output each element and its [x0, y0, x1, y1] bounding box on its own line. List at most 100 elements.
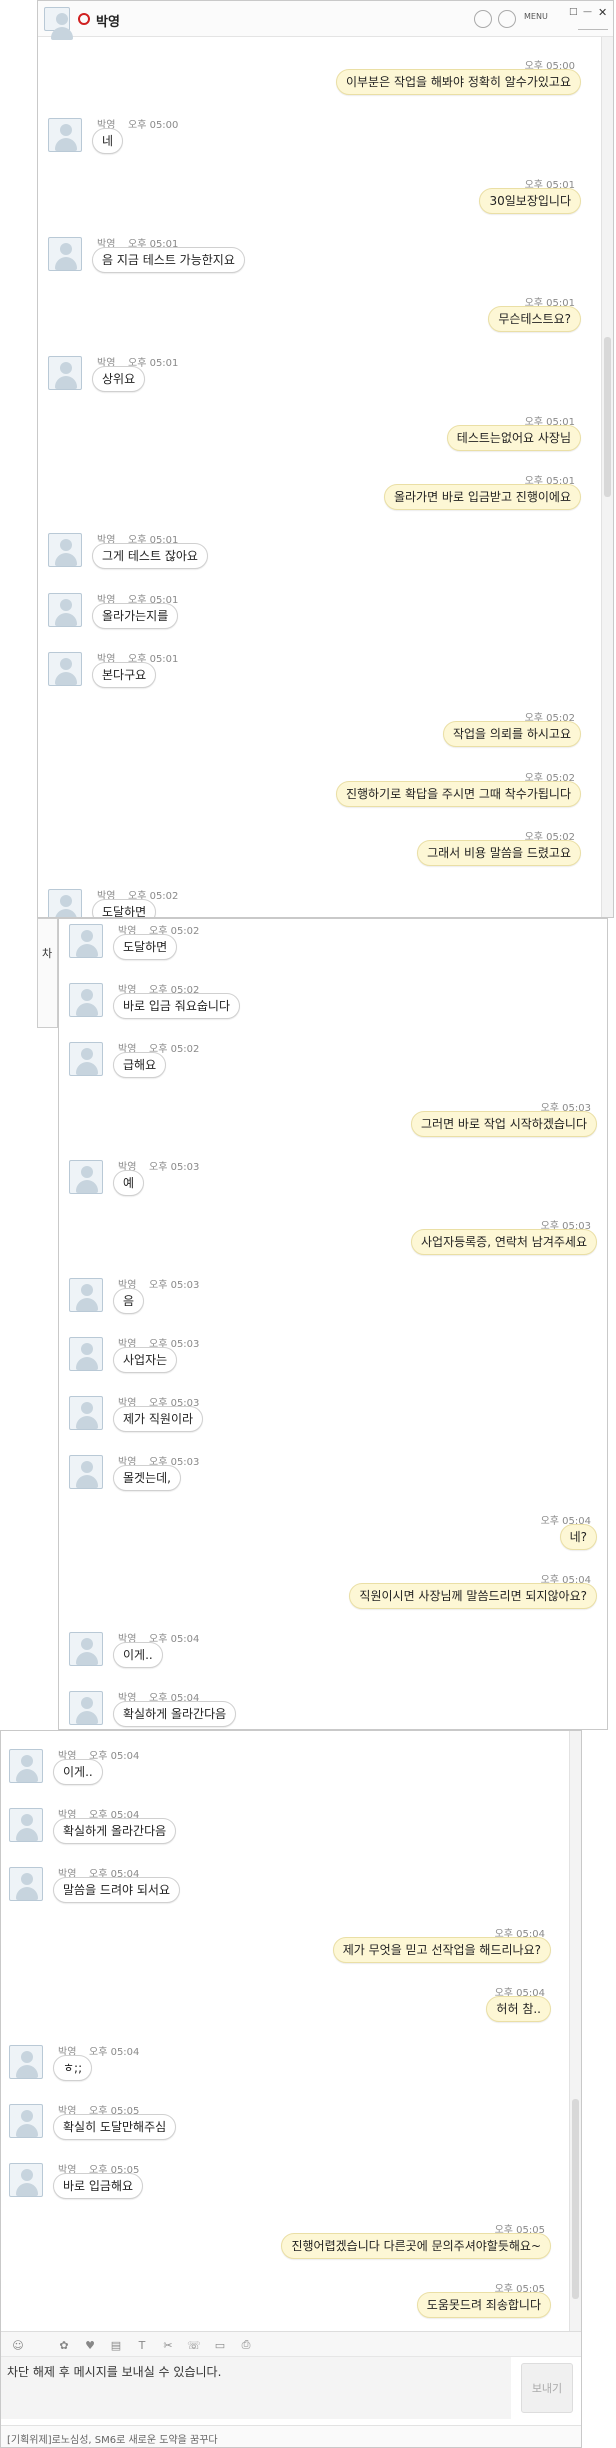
message-bubble[interactable]: 도달하면	[113, 934, 178, 960]
message-bubble[interactable]: 사업자등록증, 연락처 남겨주세요	[410, 1229, 597, 1255]
avatar[interactable]	[69, 1042, 103, 1076]
message-bubble[interactable]: 제가 직원이라	[113, 1406, 204, 1432]
emoticon-icon[interactable]: ☺	[9, 2336, 27, 2354]
sent-message: 오후 05:01 30일보장입니다	[38, 176, 601, 235]
message-time: 오후 05:03	[149, 1162, 200, 1173]
chat-window-middle: 박영 오후 05:02 도달하면 박영 오후 05:02 바로 입금 줘요숩니다 박영 오후 …	[58, 918, 608, 1730]
message-bubble[interactable]: 직원이시면 사장님께 말씀드리면 되지않아요?	[349, 1583, 597, 1609]
minimize-button[interactable]: —	[583, 7, 592, 17]
sticker-icon[interactable]: ✿	[55, 2336, 73, 2354]
avatar[interactable]	[69, 924, 103, 958]
avatar[interactable]	[69, 1160, 103, 1194]
message-bubble[interactable]: 올라가면 바로 입금받고 진행이에요	[383, 484, 581, 511]
avatar[interactable]	[69, 1337, 103, 1371]
call-icon[interactable]: ☏	[185, 2336, 203, 2354]
capture-icon[interactable]: ✂	[159, 2336, 177, 2354]
message-bubble[interactable]: 테스트는없어요 사장님	[446, 424, 581, 451]
message-bubble[interactable]: 도움못드려 죄송합니다	[416, 2291, 551, 2318]
avatar[interactable]	[48, 592, 82, 627]
avatar[interactable]	[69, 1632, 103, 1666]
avatar[interactable]	[69, 1278, 103, 1312]
avatar[interactable]	[9, 1867, 43, 1902]
avatar[interactable]	[69, 1396, 103, 1430]
message-bubble[interactable]: ㅎ;;	[53, 2055, 93, 2081]
message-bubble[interactable]: 음	[113, 1288, 145, 1314]
message-bubble[interactable]: 사업자는	[113, 1347, 178, 1373]
message-bubble[interactable]: 그러면 바로 작업 시작하겠습니다	[410, 1111, 597, 1137]
close-button[interactable]: ✕	[598, 6, 607, 19]
message-bubble[interactable]: 바로 입금해요	[53, 2173, 144, 2200]
message-bubble[interactable]: 올라가는지를	[92, 602, 179, 629]
avatar[interactable]	[48, 118, 82, 153]
avatar[interactable]	[48, 533, 82, 568]
screen-share-icon[interactable]: ▭	[211, 2336, 229, 2354]
received-message: 박영 오후 05:02 바로 입금 줘요숩니다	[59, 981, 607, 1040]
ad-text[interactable]: [기획위제]로노심성, SM6로 새로운 도약을 꿈꾸다	[7, 2431, 218, 2446]
message-bubble[interactable]: 음 지금 테스트 가능한지요	[92, 246, 245, 273]
font-icon[interactable]: T	[133, 2336, 151, 2354]
avatar[interactable]	[48, 355, 82, 390]
message-bubble[interactable]: 급해요	[113, 1052, 167, 1078]
opacity-slider[interactable]	[578, 29, 608, 30]
user-icon[interactable]	[498, 10, 516, 28]
avatar[interactable]	[48, 236, 82, 271]
avatar[interactable]	[9, 1808, 43, 1843]
message-time: 오후 05:03	[149, 1280, 200, 1291]
message-bubble[interactable]: 그게 테스트 잖아요	[92, 543, 208, 570]
message-bubble[interactable]: 네?	[559, 1524, 597, 1550]
received-message: 박영 오후 05:01 올라가는지를	[38, 591, 601, 650]
message-bubble[interactable]: 허허 참..	[486, 1995, 551, 2022]
received-message: 박영 오후 05:04 ㅎ;;	[1, 2043, 569, 2102]
avatar[interactable]	[48, 889, 82, 917]
message-bubble[interactable]: 무슨테스트요?	[488, 306, 581, 333]
message-bubble[interactable]: 네	[92, 128, 124, 155]
message-bubble[interactable]: 작업을 의뢰를 하시고요	[442, 721, 581, 748]
avatar[interactable]	[9, 2163, 43, 2198]
message-bubble[interactable]: 예	[113, 1170, 145, 1196]
message-bubble[interactable]: 확실하게 올라간다음	[53, 1818, 177, 1845]
message-bubble[interactable]: 말씀을 드려야 되서요	[53, 1877, 180, 1904]
gift-icon[interactable]: ♥	[81, 2336, 99, 2354]
message-bubble[interactable]: 본다구요	[92, 662, 157, 688]
avatar[interactable]	[9, 2045, 43, 2079]
print-icon[interactable]: ⎙	[237, 2336, 255, 2354]
send-button[interactable]: 보내기	[521, 2363, 573, 2413]
menu-button[interactable]: MENU	[524, 12, 548, 21]
sent-message: 오후 05:02 그래서 비용 말씀을 드렸고요	[38, 828, 601, 887]
file-icon[interactable]: ▤	[107, 2336, 125, 2354]
avatar[interactable]	[69, 983, 103, 1017]
message-bubble[interactable]: 바로 입금 줘요숩니다	[113, 993, 240, 1019]
avatar[interactable]	[69, 1455, 103, 1489]
message-bubble[interactable]: 진행어렵겠습니다 다른곳에 문의주셔야할듯해요~	[281, 2232, 551, 2259]
message-bubble[interactable]: 확실히 도달만해주심	[53, 2114, 177, 2141]
sent-message: 오후 05:03 사업자등록증, 연락처 남겨주세요	[59, 1217, 607, 1276]
avatar[interactable]	[48, 652, 82, 686]
restore-window-button[interactable]: □	[569, 7, 578, 17]
message-time: 오후 05:04	[89, 1751, 140, 1762]
message-bubble[interactable]: 이게..	[113, 1642, 163, 1668]
avatar[interactable]	[69, 1691, 103, 1725]
message-bubble[interactable]: 그래서 비용 말씀을 드렸고요	[417, 839, 581, 866]
message-bubble[interactable]: 확실하게 올라간다음	[113, 1701, 237, 1727]
message-bubble[interactable]: 이부분은 작업을 해봐야 정확히 알수가있고요	[335, 69, 581, 95]
message-bubble[interactable]: 진행하기로 확답을 주시면 그때 착수가됩니다	[335, 780, 581, 807]
message-bubble[interactable]: 몰겟는데,	[113, 1465, 181, 1491]
message-bubble[interactable]: 이게..	[53, 1759, 103, 1785]
avatar[interactable]	[9, 1749, 43, 1783]
sent-message: 오후 05:02 작업을 의뢰를 하시고요	[38, 709, 601, 768]
chat-window-bottom: 박영 오후 05:04 이게.. 박영 오후 05:04 확실하게 올라간다음 박영 오후 0…	[0, 1730, 582, 2448]
received-message: 박영 오후 05:01 그게 테스트 잖아요	[38, 531, 601, 590]
message-bubble[interactable]: 상위요	[92, 365, 146, 392]
profile-avatar[interactable]	[44, 7, 73, 40]
received-message: 박영 오후 05:03 사업자는	[59, 1335, 607, 1394]
scrollbar[interactable]	[601, 37, 613, 917]
received-message: 박영 오후 05:03 몰겟는데,	[59, 1453, 607, 1512]
message-bubble[interactable]: 30일보장입니다	[479, 187, 581, 214]
avatar[interactable]	[9, 2104, 43, 2139]
scrollbar[interactable]	[569, 1731, 581, 2331]
message-input[interactable]: 차단 해제 후 메시지를 보내실 수 있습니다.	[1, 2357, 511, 2419]
message-bubble[interactable]: 도달하면	[92, 899, 157, 917]
bell-icon[interactable]	[474, 10, 492, 28]
message-list: 오후 05:00 이부분은 작업을 해봐야 정확히 알수가있고요 박영 오후 05:0…	[38, 37, 601, 917]
message-bubble[interactable]: 제가 무엇을 믿고 선작업을 해드리나요?	[332, 1936, 551, 1963]
